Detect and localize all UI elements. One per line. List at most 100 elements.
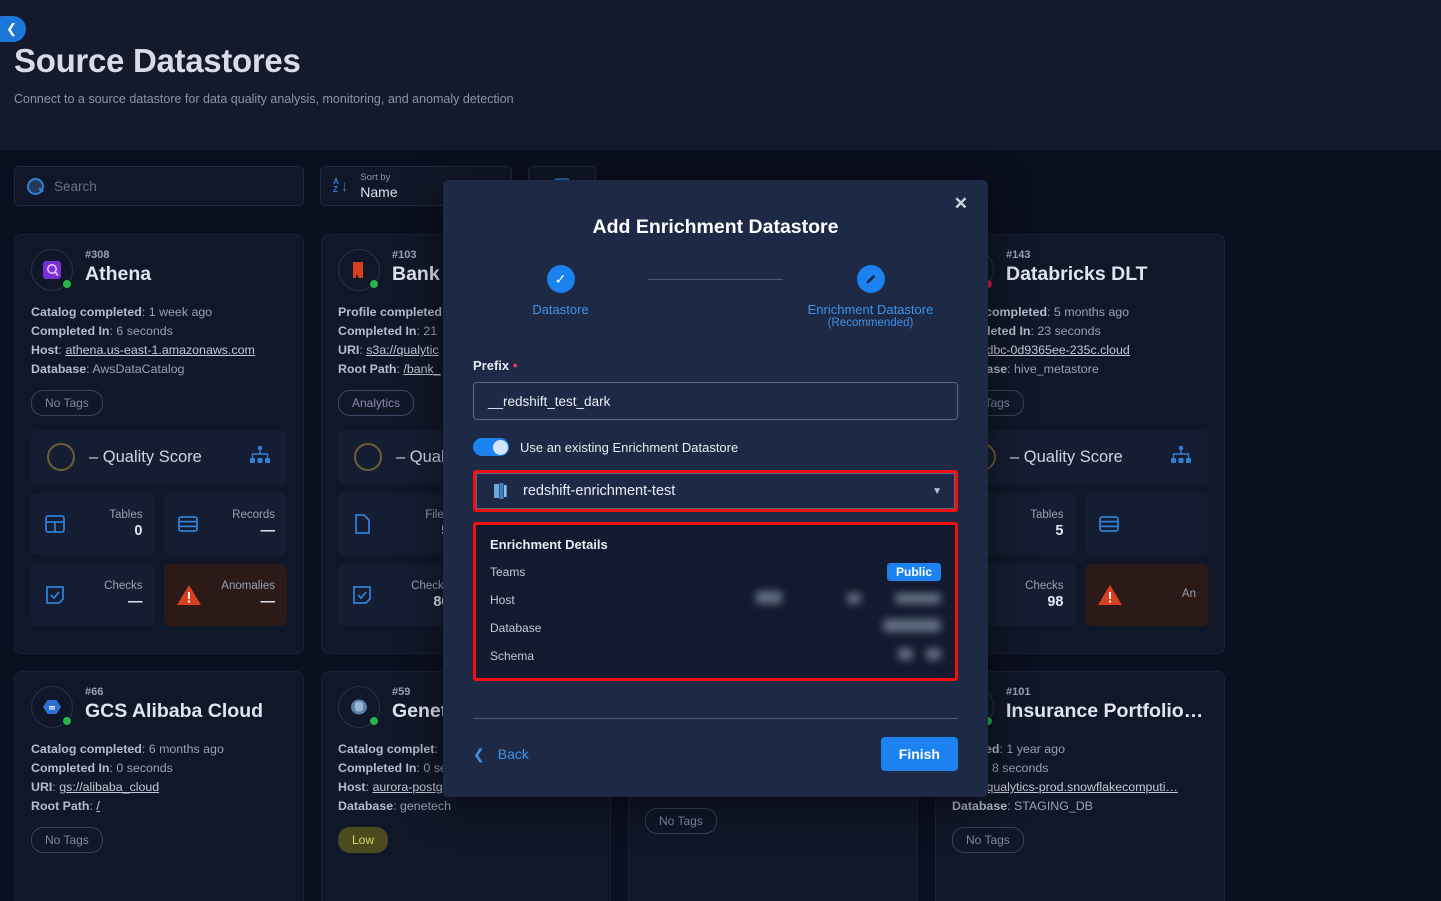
sort-by-value: Name xyxy=(360,184,398,200)
card-meta-row: Host: qualytics-prod.snowflakecomputi… xyxy=(952,778,1208,797)
redshift-icon xyxy=(489,480,511,502)
card-meta: mpleted: 1 year agoted In: 8 secondsHost… xyxy=(952,740,1208,816)
search-input[interactable]: Search xyxy=(14,166,304,206)
metric-tile-label: Anomalies xyxy=(221,580,275,592)
modal-title: Add Enrichment Datastore xyxy=(592,216,839,238)
card-tag[interactable]: Low xyxy=(338,827,389,853)
enrichment-details-title: Enrichment Details xyxy=(490,537,608,552)
quality-score-panel[interactable]: – Quality Score xyxy=(31,430,287,484)
card-id: #143 xyxy=(1006,249,1031,261)
anomalies-icon xyxy=(1097,583,1123,607)
prefix-input[interactable]: __redshift_test_dark xyxy=(473,382,958,420)
datastore-card[interactable]: #66 GCS Alibaba Cloud Catalog completed:… xyxy=(14,671,304,901)
card-meta-row: Database: AwsDataCatalog xyxy=(31,362,185,376)
card-meta-row: Completed In: 0 seconds xyxy=(31,761,173,775)
quality-score-ring xyxy=(354,443,382,471)
search-icon xyxy=(27,177,44,195)
card-meta-link[interactable]: athena.us-east-1.amazonaws.com xyxy=(65,343,254,357)
card-meta-value: 5 months ago xyxy=(1053,305,1130,319)
metric-tile[interactable]: Tables 0 xyxy=(31,493,155,555)
card-meta-link[interactable]: qualytics-prod.snowflakecomputi… xyxy=(986,780,1177,794)
back-button[interactable]: ❮ Back xyxy=(473,746,529,763)
card-meta-row: Host: dbc-0d9365ee-235c.cloud xyxy=(952,341,1208,360)
card-meta-label: Database xyxy=(338,799,394,813)
source-datastores-page: ❮ Source Datastores Connect to a source … xyxy=(0,0,1441,901)
step-enrichment-sublabel: (Recommended) xyxy=(827,317,914,329)
avatar xyxy=(338,249,380,291)
card-title: Databricks DLT xyxy=(1006,263,1148,285)
chevron-down-icon[interactable]: ▼ xyxy=(932,486,942,497)
step-enrichment-datastore[interactable]: Enrichment Datastore (Recommended) xyxy=(783,265,958,329)
metric-tile[interactable]: Checks — xyxy=(31,564,155,626)
anomalies-icon xyxy=(176,583,202,607)
detail-key: Host xyxy=(490,592,515,607)
metric-tile-label: Records xyxy=(232,509,275,521)
quality-score-value: – xyxy=(1010,447,1020,466)
metric-tile[interactable]: An xyxy=(1084,564,1208,626)
card-meta-link[interactable]: /bank_ xyxy=(403,362,440,376)
card-meta-label: Root Path xyxy=(338,362,397,376)
status-dot xyxy=(62,279,72,289)
enrichment-details-highlight: Enrichment Details Teams Public Host Dat… xyxy=(473,522,958,681)
card-title: GCS Alibaba Cloud xyxy=(85,700,264,722)
card-tag[interactable]: No Tags xyxy=(645,808,717,834)
card-meta-label: Database xyxy=(31,362,87,376)
finish-button[interactable]: Finish xyxy=(880,737,958,771)
card-meta-row: Database: hive_metastore xyxy=(952,360,1208,379)
chevron-left-icon: ❮ xyxy=(473,745,485,762)
metric-tile[interactable] xyxy=(1084,493,1208,555)
status-dot xyxy=(62,716,72,726)
metric-tile-label: Checks xyxy=(1025,580,1064,592)
page-subtitle: Connect to a source datastore for data q… xyxy=(14,92,514,106)
detail-row-host: Host xyxy=(490,590,941,608)
card-tag[interactable]: No Tags xyxy=(31,390,103,416)
metric-tile[interactable]: Records — xyxy=(163,493,287,555)
step-datastore-label: Datastore xyxy=(532,302,589,317)
quality-score-value: – xyxy=(396,447,406,466)
bank-icon xyxy=(348,259,370,281)
status-dot xyxy=(369,716,379,726)
card-meta-label: Root Path xyxy=(31,799,90,813)
card-meta-label: Completed In xyxy=(338,761,417,775)
metric-tile[interactable]: Anomalies — xyxy=(163,564,287,626)
quality-score-panel[interactable]: – Quality Score xyxy=(952,430,1208,484)
avatar xyxy=(31,686,73,728)
card-meta-label: Catalog completed xyxy=(31,742,142,756)
card-meta-row: Database: STAGING_DB xyxy=(952,799,1093,813)
card-tag[interactable]: No Tags xyxy=(31,827,103,853)
card-meta-link[interactable]: s3a://qualytic xyxy=(366,343,438,357)
files-icon xyxy=(350,512,374,536)
card-meta-value: 6 months ago xyxy=(148,742,224,756)
use-existing-toggle[interactable] xyxy=(473,438,509,456)
avatar xyxy=(31,249,73,291)
datastore-card[interactable]: #308 Athena Catalog completed: 1 week ag… xyxy=(14,234,304,654)
enrichment-datastore-select[interactable]: redshift-enrichment-test ▼ xyxy=(476,473,955,509)
card-id: #66 xyxy=(85,686,104,698)
back-navigation-button[interactable]: ❮ xyxy=(0,16,26,42)
toggle-knob xyxy=(492,439,508,455)
quality-score-label: Quality Score xyxy=(1023,447,1123,466)
required-marker: • xyxy=(512,357,518,373)
lineage-tree-icon[interactable] xyxy=(249,445,271,470)
card-tag[interactable]: No Tags xyxy=(952,827,1024,853)
quality-score-label: Quality Score xyxy=(102,447,202,466)
card-meta-link[interactable]: / xyxy=(96,799,99,813)
avatar xyxy=(338,686,380,728)
card-tag[interactable]: Analytics xyxy=(338,390,415,416)
pencil-icon xyxy=(856,265,885,293)
card-meta-row: Catalog completed: 6 months ago xyxy=(31,742,224,756)
step-datastore[interactable]: ✓ Datastore xyxy=(473,265,648,317)
close-icon[interactable]: ✕ xyxy=(954,194,968,214)
card-meta-value: 23 seconds xyxy=(1037,324,1101,338)
card-meta-value: 1 year ago xyxy=(1006,742,1065,756)
card-meta-link[interactable]: gs://alibaba_cloud xyxy=(59,780,159,794)
gcs-icon xyxy=(41,696,63,718)
card-meta: Catalog completed: 1 week ago Completed I… xyxy=(31,303,287,379)
card-meta-row: Scan completed: 5 months ago xyxy=(952,305,1130,319)
detail-key: Teams xyxy=(490,564,526,579)
lineage-tree-icon[interactable] xyxy=(1170,445,1192,470)
metric-tile-value: — xyxy=(128,594,143,610)
card-meta-value: 8 seconds xyxy=(991,761,1049,775)
card-meta-link[interactable]: dbc-0d9365ee-235c.cloud xyxy=(986,343,1129,357)
card-meta-label: Host xyxy=(31,343,59,357)
